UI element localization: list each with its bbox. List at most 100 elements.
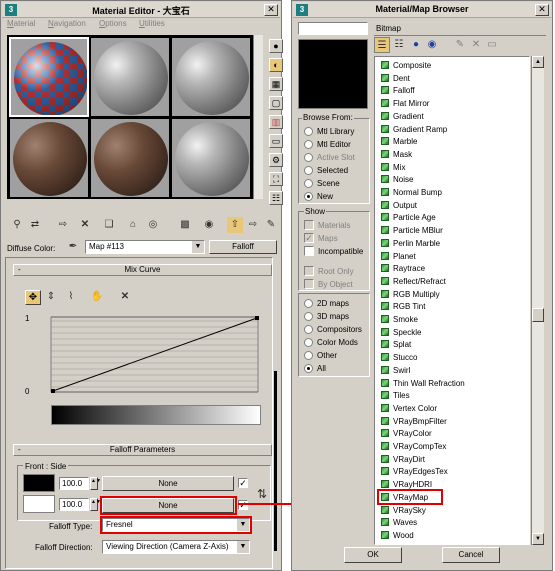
map-item[interactable]: VRayBmpFilter: [381, 416, 447, 429]
map-item[interactable]: Output: [381, 200, 417, 213]
checkbox-materials[interactable]: [304, 220, 314, 230]
map-item[interactable]: Flat Mirror: [381, 98, 429, 111]
select-by-material-icon[interactable]: ⛶: [269, 172, 283, 186]
map-item[interactable]: RGB Multiply: [381, 289, 440, 302]
view-list-icons-icon[interactable]: ☷: [391, 37, 407, 53]
map-item[interactable]: Waves: [381, 517, 417, 530]
delete-from-library-icon[interactable]: ✕: [468, 37, 484, 53]
falloff-parameters-header[interactable]: - Falloff Parameters: [13, 444, 272, 456]
radio-mtl-editor[interactable]: [304, 140, 313, 149]
close-button[interactable]: ✕: [264, 4, 278, 16]
slots-scrollbar[interactable]: [253, 35, 263, 199]
map-name-field[interactable]: Map #113 ▼: [85, 240, 205, 254]
map-item[interactable]: Noise: [381, 174, 413, 187]
background-icon[interactable]: ▦: [269, 77, 283, 91]
material-effects-channel-icon[interactable]: ◎: [145, 217, 161, 233]
sample-slot-4[interactable]: [9, 118, 89, 198]
pan-hand-icon[interactable]: ✋: [89, 289, 105, 305]
falloff-direction-dropdown[interactable]: Viewing Direction (Camera Z-Axis) ▼: [102, 540, 250, 554]
backlight-icon[interactable]: ◐: [269, 58, 283, 72]
eyedropper-icon[interactable]: ✒: [65, 239, 81, 255]
scale-point-icon[interactable]: ⇕: [43, 289, 59, 305]
map-item[interactable]: VRayEdgesTex: [381, 466, 448, 479]
get-material-icon[interactable]: ⚲: [9, 217, 25, 233]
side-amount-spinner[interactable]: ▲▼: [90, 498, 101, 511]
map-list-scrollbar[interactable]: ▲ ▼: [531, 56, 544, 545]
checkbox-root-only[interactable]: [304, 266, 314, 276]
map-item[interactable]: Normal Bump: [381, 187, 442, 200]
mix-curve-header[interactable]: - Mix Curve: [13, 264, 272, 276]
map-item[interactable]: VRayCompTex: [381, 441, 446, 454]
map-item[interactable]: Mix: [381, 162, 405, 175]
sample-type-icon[interactable]: ●: [269, 39, 283, 53]
chevron-down-icon[interactable]: ▼: [192, 241, 204, 253]
radio-new[interactable]: [304, 192, 313, 201]
show-end-result-icon[interactable]: ◉: [201, 217, 217, 233]
map-item[interactable]: Marble: [381, 136, 417, 149]
scroll-up-icon[interactable]: ▲: [532, 56, 544, 68]
map-item[interactable]: Smoke: [381, 314, 418, 327]
map-type-button[interactable]: Falloff: [209, 240, 277, 254]
show-map-in-viewport-icon[interactable]: ▩: [177, 217, 193, 233]
radio-scene[interactable]: [304, 179, 313, 188]
front-map-checkbox[interactable]: ✓: [238, 478, 248, 488]
clear-library-icon[interactable]: ▭: [484, 37, 500, 53]
map-item[interactable]: Perlin Marble: [381, 238, 440, 251]
front-amount-field[interactable]: 100.0: [59, 477, 89, 490]
map-item[interactable]: Thin Wall Refraction: [381, 378, 465, 391]
map-item[interactable]: Dent: [381, 73, 410, 86]
map-browser-titlebar[interactable]: 3 Material/Map Browser ✕: [293, 2, 551, 18]
map-item[interactable]: Vertex Color: [381, 403, 437, 416]
map-item[interactable]: Stucco: [381, 352, 417, 365]
radio-3d-maps[interactable]: [304, 312, 313, 321]
close-button[interactable]: ✕: [535, 4, 549, 16]
checkbox-incompatible[interactable]: [304, 246, 314, 256]
go-forward-to-sibling-icon[interactable]: ⇨: [245, 217, 261, 233]
map-item[interactable]: Tiles: [381, 390, 410, 403]
map-item[interactable]: Swirl: [381, 365, 410, 378]
mix-curve-graph[interactable]: [48, 315, 264, 395]
radio-color-mods[interactable]: [304, 338, 313, 347]
sample-slot-5[interactable]: [90, 118, 170, 198]
side-amount-field[interactable]: 100.0: [59, 498, 89, 511]
view-small-icons-icon[interactable]: ●: [408, 37, 424, 53]
checkbox-by-object[interactable]: [304, 279, 314, 289]
sample-slot-3[interactable]: [171, 37, 251, 117]
map-item[interactable]: Planet: [381, 251, 416, 264]
front-color-swatch[interactable]: [23, 474, 55, 492]
update-scene-materials-icon[interactable]: ✎: [452, 37, 468, 53]
radio-2d-maps[interactable]: [304, 299, 313, 308]
map-item[interactable]: Reflect/Refract: [381, 276, 446, 289]
put-to-scene-icon[interactable]: ⇄: [27, 217, 43, 233]
map-item[interactable]: Wood: [381, 530, 414, 543]
map-item[interactable]: Falloff: [381, 85, 415, 98]
scroll-thumb[interactable]: [532, 308, 544, 322]
menu-utilities[interactable]: Utilities: [139, 19, 165, 28]
insert-point-icon[interactable]: ⌇: [63, 289, 79, 305]
video-color-check-icon[interactable]: ▥: [269, 115, 283, 129]
material-editor-titlebar[interactable]: 3 Material Editor - 大宝石 ✕: [2, 2, 280, 18]
cancel-button[interactable]: Cancel: [442, 547, 500, 563]
make-preview-icon[interactable]: ▭: [269, 134, 283, 148]
make-unique-icon[interactable]: ❑: [101, 217, 117, 233]
side-color-swatch[interactable]: [23, 495, 55, 513]
map-item[interactable]: Gradient Ramp: [381, 124, 447, 137]
map-item[interactable]: VRaySky: [381, 505, 426, 518]
sample-slot-1[interactable]: [9, 37, 89, 117]
uv-tiling-icon[interactable]: ▢: [269, 96, 283, 110]
search-input[interactable]: [298, 22, 368, 35]
map-item[interactable]: Speckle: [381, 327, 421, 340]
radio-mtl-library[interactable]: [304, 127, 313, 136]
pick-material-icon[interactable]: ✎: [263, 217, 279, 233]
map-item[interactable]: Mask: [381, 149, 412, 162]
front-amount-spinner[interactable]: ▲▼: [90, 477, 101, 490]
menu-navigation[interactable]: Navigation: [48, 19, 86, 28]
view-large-icons-icon[interactable]: ◉: [424, 37, 440, 53]
map-item[interactable]: Gradient: [381, 111, 424, 124]
map-item[interactable]: VRayDirt: [381, 454, 425, 467]
material-navigator-icon[interactable]: ☷: [269, 191, 283, 205]
view-list-icon[interactable]: ☰: [374, 37, 390, 53]
map-list[interactable]: Composite Dent Falloff Flat Mirror Gradi…: [374, 56, 530, 545]
map-item[interactable]: Raytrace: [381, 263, 425, 276]
radio-selected[interactable]: [304, 166, 313, 175]
